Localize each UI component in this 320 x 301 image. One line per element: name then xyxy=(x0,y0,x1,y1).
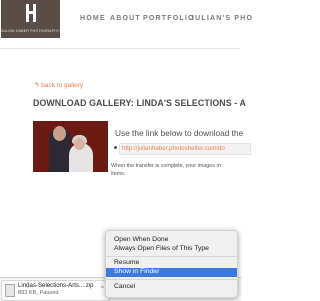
bullet-icon xyxy=(114,146,117,149)
header-divider xyxy=(0,48,241,49)
menu-separator xyxy=(106,256,237,257)
download-item[interactable]: Lindas-Selections-Arts....zip 893 KB, Pa… xyxy=(1,280,110,301)
download-status: 893 KB, Paused xyxy=(18,290,59,296)
nav-about[interactable]: ABOUT xyxy=(110,15,141,22)
page-title: DOWNLOAD GALLERY: LINDA'S SELECTIONS - A xyxy=(33,98,246,108)
gallery-photo xyxy=(33,121,108,172)
download-link[interactable]: http://julianhaber.photoshelter.com/do xyxy=(122,145,225,152)
menu-show-in-finder[interactable]: Show in Finder xyxy=(106,268,237,277)
transfer-note-cont: items. xyxy=(111,171,126,177)
download-context-menu: Open When Done Always Open Files of This… xyxy=(105,230,238,298)
nav-portfolio[interactable]: PORTFOLIO xyxy=(143,15,195,22)
menu-resume[interactable]: Resume xyxy=(106,259,237,268)
back-link-label: back to gallery xyxy=(41,82,84,89)
logo-text: JULIAN HABER PHOTOGRAPHY xyxy=(1,29,60,33)
menu-cancel[interactable]: Cancel xyxy=(106,283,237,292)
menu-always-open[interactable]: Always Open Files of This Type xyxy=(106,245,237,254)
chevron-up-icon[interactable]: ^ xyxy=(101,286,104,292)
site-logo[interactable]: JULIAN HABER PHOTOGRAPHY xyxy=(1,0,60,38)
back-to-gallery-link[interactable]: ↰ back to gallery xyxy=(34,81,83,89)
use-link-instruction: Use the link below to download the xyxy=(115,128,244,138)
site-header: JULIAN HABER PHOTOGRAPHY HOME ABOUT PORT… xyxy=(0,0,252,49)
menu-open-when-done[interactable]: Open When Done xyxy=(106,236,237,245)
logo-mark-icon xyxy=(26,4,36,22)
menu-separator-2 xyxy=(106,279,237,280)
download-filename: Lindas-Selections-Arts....zip xyxy=(18,282,94,289)
transfer-note: When the transfer is complete, your imag… xyxy=(111,163,221,169)
nav-home[interactable]: HOME xyxy=(80,15,106,22)
zip-file-icon xyxy=(5,284,15,297)
nav-julians[interactable]: JULIAN'S PHO xyxy=(190,15,253,22)
download-link-box[interactable]: http://julianhaber.photoshelter.com/do xyxy=(119,143,251,155)
